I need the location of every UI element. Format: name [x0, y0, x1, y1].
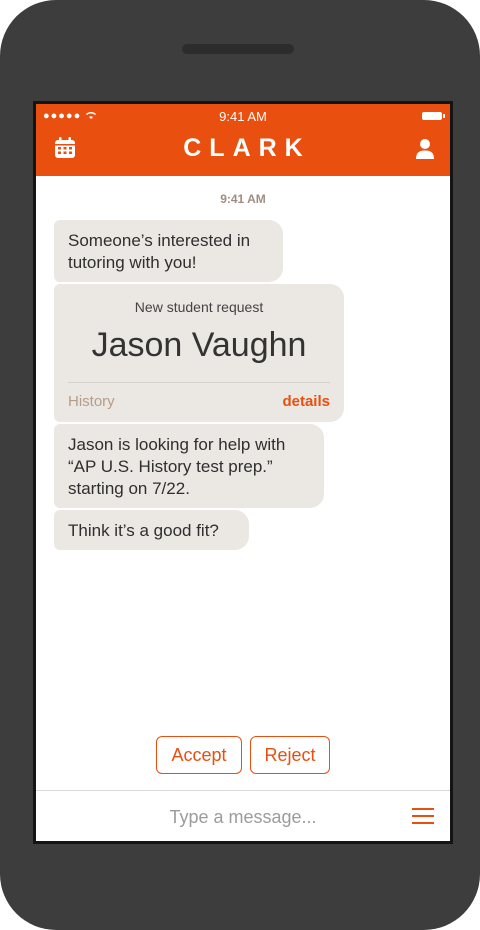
student-name: Jason Vaughn — [91, 326, 307, 364]
chat-bubble-question: Think it’s a good fit? — [54, 510, 249, 550]
student-request-card: New student request Jason Vaughn History… — [54, 284, 344, 422]
message-line: Think it’s a good fit? — [68, 521, 219, 540]
message-line: Jason is looking for help with — [68, 435, 286, 454]
message-line: “AP U.S. History test prep.” — [68, 457, 273, 476]
subject-label: History — [68, 393, 115, 410]
app-title: CLARK — [183, 134, 311, 162]
battery-icon — [422, 112, 445, 120]
card-title: New student request — [134, 299, 264, 315]
message-timestamp: 9:41 AM — [220, 192, 266, 206]
reject-button[interactable]: Reject — [250, 736, 330, 774]
card-divider — [68, 382, 330, 383]
message-input[interactable]: Type a message... — [36, 807, 450, 828]
message-line: starting on 7/22. — [68, 479, 190, 498]
details-link[interactable]: details — [282, 393, 330, 410]
user-icon[interactable] — [414, 138, 436, 160]
app-screen: ●●●●● 9:41 AM CLARK 9:41 AM Someone’s in… — [33, 101, 453, 844]
status-time: 9:41 AM — [219, 109, 267, 124]
message-line: Someone’s interested in — [68, 231, 251, 250]
app-header: ●●●●● 9:41 AM CLARK — [36, 104, 450, 176]
message-line: tutoring with you! — [68, 253, 197, 272]
chat-bubble-request-info: Jason is looking for help with “AP U.S. … — [54, 424, 324, 508]
accept-button[interactable]: Accept — [156, 736, 242, 774]
message-composer: Type a message... — [36, 790, 450, 841]
chat-bubble-intro: Someone’s interested in tutoring with yo… — [54, 220, 283, 282]
hamburger-menu-icon[interactable] — [412, 807, 434, 825]
phone-frame: ●●●●● 9:41 AM CLARK 9:41 AM Someone’s in… — [0, 0, 480, 930]
phone-speaker — [182, 44, 294, 54]
